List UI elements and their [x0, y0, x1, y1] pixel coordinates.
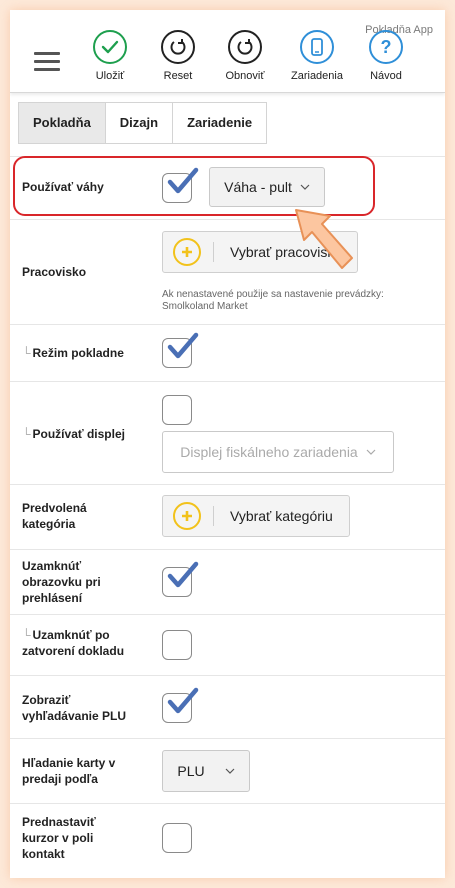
guide-label: Návod: [370, 70, 402, 82]
tab-zariadenie[interactable]: Zariadenie: [172, 102, 268, 144]
setting-row-cursor-contact: Prednastaviť kurzor v poli kontakt: [10, 803, 445, 878]
setting-row-lock-screen: Uzamknúť obrazovku pri prehlásení: [10, 549, 445, 614]
cursor-contact-label: Prednastaviť kurzor v poli kontakt: [22, 815, 96, 861]
lock-screen-label: Uzamknúť obrazovku pri prehlásení: [22, 559, 101, 605]
pointer-arrow-icon: [295, 209, 353, 269]
use-display-checkbox[interactable]: [162, 395, 192, 425]
save-label: Uložiť: [95, 70, 125, 82]
devices-label: Zariadenia: [291, 70, 343, 82]
check-icon: [93, 30, 127, 64]
app-frame: Pokladňa App Uložiť Reset Obnoviť Zariad…: [10, 10, 445, 878]
card-search-select-value: PLU: [177, 763, 205, 779]
select-category-label: Vybrať kategóriu: [230, 508, 333, 524]
help-icon: ?: [369, 30, 403, 64]
save-button[interactable]: Uložiť: [78, 30, 142, 82]
cash-mode-checkbox[interactable]: [162, 332, 199, 368]
display-select[interactable]: Displej fiskálneho zariadenia: [162, 431, 394, 473]
refresh-icon: [228, 30, 262, 64]
tablet-icon: [300, 30, 334, 64]
use-display-label: └ Používať displej: [22, 427, 125, 441]
refresh-button[interactable]: Obnoviť: [213, 30, 277, 82]
reset-button[interactable]: Reset: [146, 30, 210, 82]
devices-button[interactable]: Zariadenia: [285, 30, 349, 82]
lock-after-doc-checkbox[interactable]: [162, 630, 192, 660]
cash-mode-label: └ Režim pokladne: [22, 346, 124, 360]
show-plu-checkbox[interactable]: [162, 687, 199, 723]
workplace-hint: Ak nenastavené použije sa nastavenie pre…: [162, 289, 384, 312]
card-search-label: Hľadanie karty v predaji podľa: [22, 756, 116, 786]
menu-icon[interactable]: [34, 52, 60, 76]
setting-row-show-plu: Zobraziť vyhľadávanie PLU: [10, 675, 445, 738]
chevron-down-icon: [366, 449, 376, 455]
setting-row-use-display: └ Používať displej Displej fiskálneho zar…: [10, 381, 445, 484]
setting-row-card-search: Hľadanie karty v predaji podľa PLU: [10, 738, 445, 803]
refresh-label: Obnoviť: [225, 70, 265, 82]
setting-row-workplace: Pracovisko Vybrať pracovisko Ak nenastav…: [10, 219, 445, 324]
setting-row-lock-after-doc: └ Uzamknúť po zatvorení dokladu: [10, 614, 445, 675]
cursor-contact-checkbox[interactable]: [162, 823, 192, 853]
lock-screen-checkbox[interactable]: [162, 561, 199, 597]
setting-row-default-category: Predvolená kategória Vybrať kategóriu: [10, 484, 445, 549]
plus-icon: [173, 238, 201, 266]
tab-pokladna[interactable]: Pokladňa: [18, 102, 106, 144]
setting-row-cash-mode: └ Režim pokladne: [10, 324, 445, 381]
chevron-down-icon: [225, 768, 235, 774]
default-category-label: Predvolená kategória: [22, 501, 87, 531]
tab-bar: Pokladňa Dizajn Zariadenie: [18, 102, 268, 146]
tab-dizajn[interactable]: Dizajn: [104, 102, 174, 144]
guide-button[interactable]: ? Návod: [354, 30, 418, 82]
card-search-select[interactable]: PLU: [162, 750, 250, 792]
show-plu-label: Zobraziť vyhľadávanie PLU: [22, 693, 126, 723]
display-select-value: Displej fiskálneho zariadenia: [180, 444, 358, 460]
select-category-button[interactable]: Vybrať kategóriu: [162, 495, 350, 537]
workplace-label: Pracovisko: [22, 265, 87, 279]
lock-after-doc-label: └ Uzamknúť po zatvorení dokladu: [22, 628, 125, 658]
plus-icon: [173, 502, 201, 530]
reset-icon: [161, 30, 195, 64]
reset-label: Reset: [163, 70, 193, 82]
toolbar: Pokladňa App Uložiť Reset Obnoviť Zariad…: [10, 10, 445, 93]
